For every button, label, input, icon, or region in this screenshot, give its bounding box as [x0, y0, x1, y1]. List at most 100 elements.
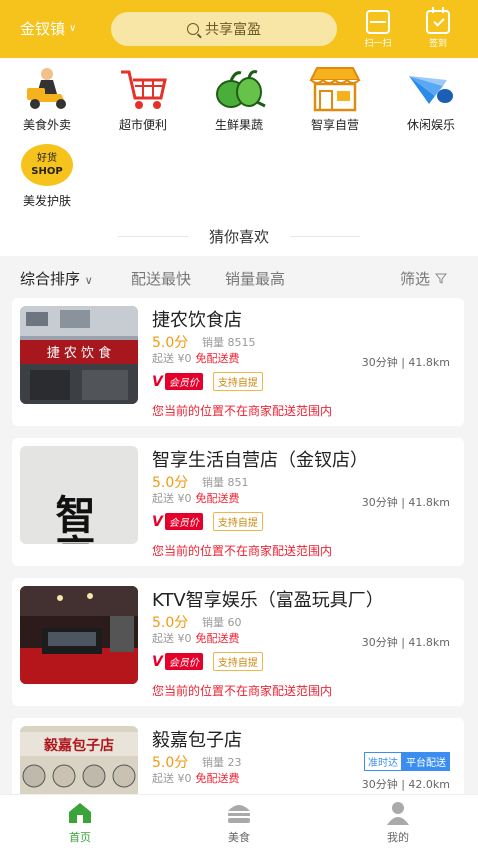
user-icon: [385, 801, 411, 825]
location-selector[interactable]: 金钗镇 ∨: [20, 18, 76, 39]
vegetables-icon: [209, 66, 269, 112]
checkin-button[interactable]: 签到: [418, 7, 458, 50]
nav-profile[interactable]: 我的: [358, 801, 438, 845]
delivery-rider-icon: [17, 66, 77, 112]
shop-thumbnail: 捷 农 饮 食: [20, 306, 138, 404]
free-delivery: 免配送费: [195, 772, 240, 785]
shuttlecock-icon: [401, 66, 461, 112]
nav-label: 我的: [387, 831, 409, 844]
on-time-badge: 准时达: [364, 752, 402, 771]
min-order: 起送 ¥0: [152, 352, 192, 365]
free-delivery: 免配送费: [195, 632, 240, 645]
shop-sales: 销量 60: [202, 616, 242, 629]
search-bar[interactable]: 共享富盈: [111, 12, 337, 46]
category-self-operated[interactable]: 智享自营: [292, 66, 378, 133]
pickup-badge: 支持自提: [212, 652, 263, 671]
category-label: 休闲娱乐: [406, 118, 455, 132]
shop-name: 智享生活自营店（金钗店）: [152, 450, 368, 471]
storefront-icon: [305, 66, 365, 112]
shop-eta: 30分钟 | 41.8km: [361, 636, 450, 649]
shop-thumbnail: 智享: [20, 446, 138, 544]
calendar-check-icon: [426, 7, 450, 34]
home-icon: [67, 801, 93, 825]
min-order: 起送 ¥0: [152, 632, 192, 645]
burger-icon: [226, 801, 252, 825]
shop-tags: V 会员价 支持自提: [152, 652, 263, 671]
vip-price-badge: V 会员价: [152, 653, 203, 670]
vip-v-icon: V: [152, 513, 163, 530]
category-label: 美发护肤: [22, 194, 71, 208]
badge-text-bottom: SHOP: [31, 166, 62, 177]
shop-score: 5.0分: [152, 755, 189, 771]
guess-you-like-title: 猜你喜欢: [0, 226, 478, 256]
category-label: 生鲜果蔬: [214, 118, 263, 132]
shop-score: 5.0分: [152, 335, 189, 351]
shop-badge-icon: 好货 SHOP: [17, 142, 77, 188]
delivery-tags: 准时达 平台配送: [364, 752, 450, 771]
category-fresh-produce[interactable]: 生鲜果蔬: [196, 66, 282, 133]
nav-label: 美食: [228, 831, 250, 844]
chevron-down-icon: ∨: [69, 23, 77, 34]
scan-label: 扫一扫: [364, 39, 392, 49]
vip-tag-text: 会员价: [164, 653, 203, 670]
min-order: 起送 ¥0: [152, 492, 192, 505]
nav-home[interactable]: 首页: [40, 801, 120, 845]
scan-button[interactable]: 扫一扫: [358, 8, 398, 50]
shop-score: 5.0分: [152, 475, 189, 491]
shop-card[interactable]: 捷 农 饮 食 捷农饮食店 5.0分 销量 8515 起送 ¥0 免配送费 30分…: [12, 298, 464, 426]
vip-price-badge: V 会员价: [152, 513, 203, 530]
sort-default[interactable]: 综合排序 ∨: [20, 268, 93, 289]
shop-eta: 30分钟 | 41.8km: [361, 356, 450, 369]
checkin-label: 签到: [428, 39, 447, 49]
sort-fastest[interactable]: 配送最快: [131, 268, 191, 289]
nav-label: 首页: [69, 831, 91, 844]
nav-food[interactable]: 美食: [199, 801, 279, 845]
shop-thumbnail: 毅嘉包子店: [20, 726, 138, 804]
shop-fee: 起送 ¥0 免配送费: [152, 630, 240, 646]
shopping-cart-icon: [113, 66, 173, 112]
shop-thumbnail: [20, 586, 138, 684]
pickup-badge: 支持自提: [212, 372, 263, 391]
shop-tags: V 会员价 支持自提: [152, 512, 263, 531]
chevron-down-icon: ∨: [84, 274, 93, 287]
sort-default-label: 综合排序: [20, 270, 81, 288]
category-supermarket[interactable]: 超市便利: [100, 66, 186, 133]
category-leisure[interactable]: 休闲娱乐: [388, 66, 474, 133]
bottom-navigation: 首页 美食 我的: [0, 794, 478, 850]
vip-tag-text: 会员价: [164, 513, 203, 530]
platform-delivery-badge: 平台配送: [402, 752, 450, 771]
delivery-range-warning: 您当前的位置不在商家配送范围内: [152, 404, 333, 418]
top-bar: 金钗镇 ∨ 共享富盈 扫一扫 签到: [0, 0, 478, 58]
shop-card[interactable]: 毅嘉包子店 毅嘉包子店 5.0分 销量 23 起送 ¥0 免配送费 准时达 平台配…: [12, 718, 464, 804]
category-beauty[interactable]: 好货 SHOP 美发护肤: [4, 142, 90, 209]
vip-v-icon: V: [152, 653, 163, 670]
logo-text: 智享: [49, 494, 96, 544]
vip-v-icon: V: [152, 373, 163, 390]
free-delivery: 免配送费: [195, 492, 240, 505]
shop-sales: 销量 851: [202, 476, 249, 489]
shop-card[interactable]: KTV智享娱乐（富盈玩具厂） 5.0分 销量 60 起送 ¥0 免配送费 30分钟…: [12, 578, 464, 706]
filter-button[interactable]: 筛选: [400, 268, 447, 289]
shop-sales: 销量 23: [202, 756, 242, 769]
category-food-delivery[interactable]: 美食外卖: [4, 66, 90, 133]
min-order: 起送 ¥0: [152, 772, 192, 785]
shop-tags: V 会员价 支持自提: [152, 372, 263, 391]
scan-icon: [366, 10, 390, 34]
shop-card[interactable]: 智享 智享生活自营店（金钗店） 5.0分 销量 851 起送 ¥0 免配送费 30…: [12, 438, 464, 566]
sort-top-sales[interactable]: 销量最高: [225, 268, 285, 289]
vip-tag-text: 会员价: [164, 373, 203, 390]
category-grid: 美食外卖 超市便利 生鲜果蔬 智享自营 休闲娱乐 好货 SHOP 美发护肤: [0, 58, 478, 226]
guess-title-text: 猜你喜欢: [208, 228, 269, 246]
filter-funnel-icon: [434, 273, 447, 284]
shop-sales: 销量 8515: [202, 336, 256, 349]
sign-text: 捷 农 饮 食: [47, 345, 111, 361]
shop-eta: 30分钟 | 42.0km: [361, 778, 450, 791]
search-placeholder: 共享富盈: [205, 22, 261, 38]
shop-fee: 起送 ¥0 免配送费: [152, 490, 240, 506]
search-icon: [187, 23, 199, 35]
delivery-range-warning: 您当前的位置不在商家配送范围内: [152, 544, 333, 558]
free-delivery: 免配送费: [195, 352, 240, 365]
shop-score: 5.0分: [152, 615, 189, 631]
category-label: 超市便利: [118, 118, 167, 132]
sort-bar: 综合排序 ∨ 配送最快 销量最高 筛选: [0, 258, 478, 294]
